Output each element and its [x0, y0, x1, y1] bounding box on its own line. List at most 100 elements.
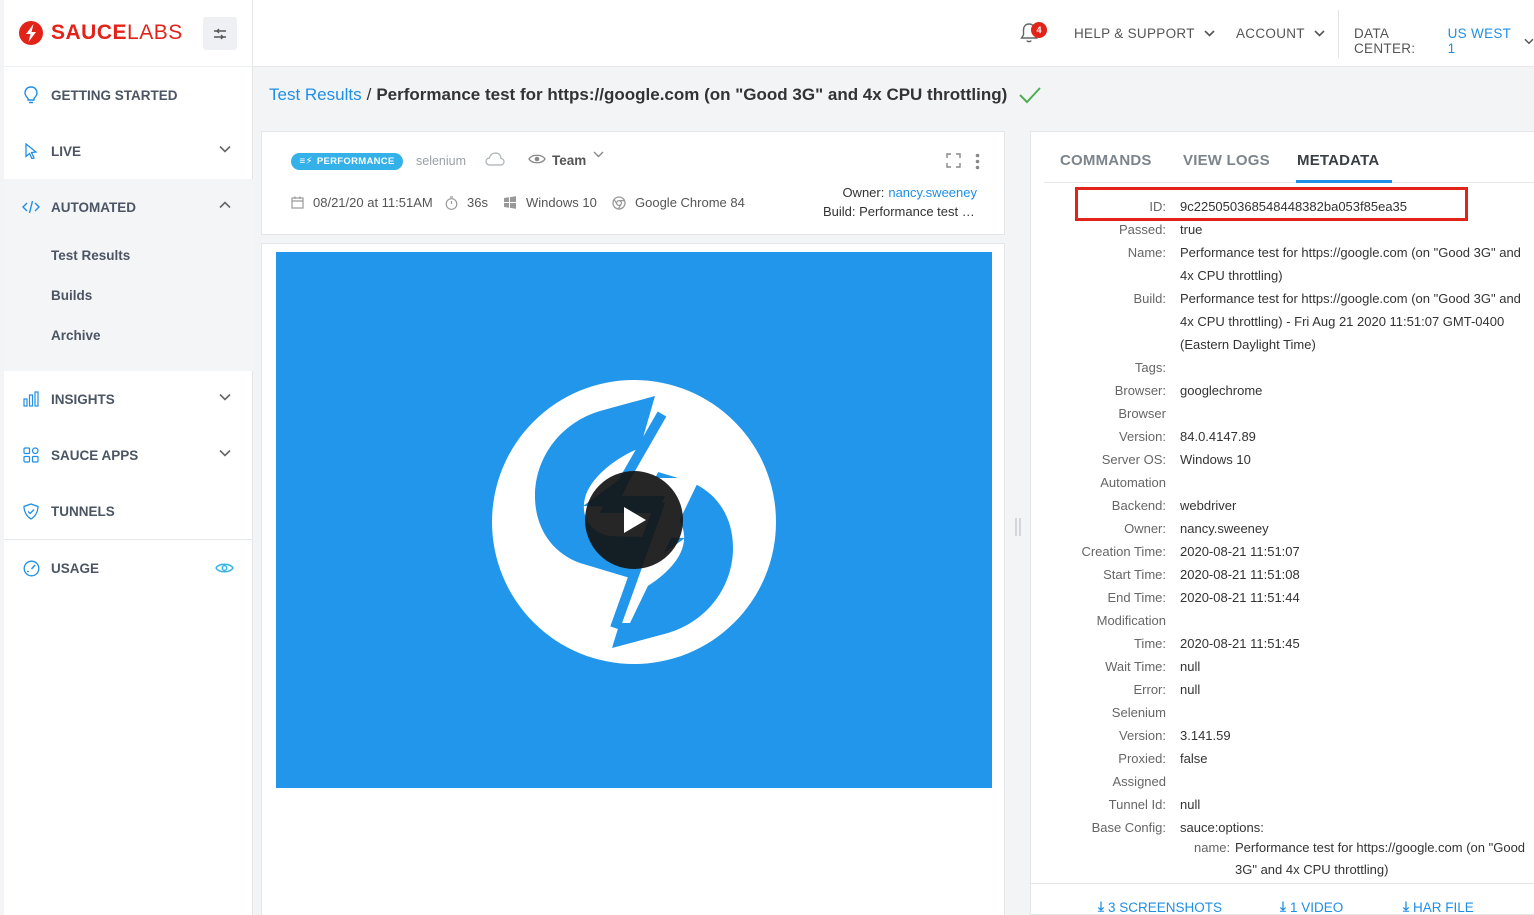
windows-icon [503, 196, 517, 209]
eye-icon[interactable] [215, 562, 234, 574]
download-icon: ⤓ [1280, 899, 1286, 914]
test-details-card: ≡⚡ PERFORMANCE selenium Team 08/21/20 at … [261, 131, 1005, 235]
sidebar-item-usage[interactable]: USAGE [4, 540, 253, 596]
config-key: name: [1194, 840, 1231, 855]
breadcrumb-separator: / [366, 85, 372, 104]
metadata-key: Error: [1133, 682, 1167, 697]
play-icon [624, 507, 646, 533]
account-menu[interactable]: ACCOUNT [1236, 26, 1325, 41]
metadata-key: ID: [1149, 199, 1166, 214]
metadata-key: Selenium [1111, 705, 1166, 720]
header-divider [1338, 10, 1339, 58]
chevron-down-icon [1314, 30, 1325, 37]
collapse-sidebar-button[interactable] [203, 17, 237, 50]
performance-icon: ≡⚡ [299, 156, 313, 167]
metadata-value: 3.141.59 [1180, 728, 1231, 743]
video-player[interactable] [276, 252, 992, 788]
metadata-key: End Time: [1107, 590, 1166, 605]
timer-icon [445, 195, 458, 210]
metadata-value: true [1180, 222, 1203, 237]
test-id-value: 9c225050368548448382ba053f85ea35 [1180, 199, 1408, 214]
play-button[interactable] [585, 471, 683, 569]
help-support-menu[interactable]: HELP & SUPPORT [1074, 26, 1215, 41]
notification-badge: 4 [1031, 22, 1047, 38]
tab-view-logs[interactable]: VIEW LOGS [1183, 152, 1270, 169]
page-title: Performance test for https://google.com … [376, 85, 1008, 104]
metadata-key: Wait Time: [1105, 659, 1166, 674]
sidebar: SAUCELABS GETTING STARTED LIVE AUTOMATED… [4, 0, 253, 915]
sidebar-item-tunnels[interactable]: TUNNELS [4, 483, 253, 539]
sidebar-subitem-test-results[interactable]: Test Results [51, 248, 130, 263]
passed-check-icon [1019, 87, 1042, 104]
sidebar-subitem-builds[interactable]: Builds [51, 288, 92, 303]
sidebar-item-label: USAGE [51, 560, 100, 576]
metadata-value: null [1180, 682, 1201, 697]
download-label: 1 VIDEO [1289, 899, 1344, 915]
download-video-link[interactable]: ⤓ 1 VIDEO [1280, 899, 1343, 915]
sidebar-item-live[interactable]: LIVE [4, 123, 253, 179]
download-icon: ⤓ [1098, 899, 1104, 914]
sidebar-item-insights[interactable]: INSIGHTS [4, 371, 253, 427]
bulb-icon [22, 86, 40, 104]
metadata-value: webdriver [1180, 498, 1237, 513]
download-label: HAR FILE [1412, 899, 1474, 915]
download-screenshots-link[interactable]: ⤓ 3 SCREENSHOTS [1098, 899, 1222, 915]
more-options-icon[interactable] [975, 153, 980, 170]
owner-link[interactable]: nancy.sweeney [888, 185, 977, 200]
chevron-up-icon[interactable] [219, 201, 231, 209]
breadcrumb: Test Results / Performance test for http… [269, 85, 1042, 105]
performance-badge-label: PERFORMANCE [316, 156, 395, 167]
sidebar-item-label: AUTOMATED [51, 199, 136, 215]
sidebar-item-sauce-apps[interactable]: SAUCE APPS [4, 427, 253, 483]
test-os-value: Windows 10 [526, 195, 597, 210]
tab-metadata[interactable]: METADATA [1297, 152, 1379, 169]
video-card [261, 243, 1005, 915]
chrome-icon [612, 195, 626, 210]
chevron-down-icon[interactable] [219, 449, 231, 457]
build-label: Build: Performance test for https://goog… [823, 204, 975, 219]
metadata-value: nancy.sweeney [1180, 521, 1269, 536]
data-center-menu[interactable]: DATA CENTER: US WEST 1 [1354, 26, 1534, 56]
metadata-key: Build: [1133, 291, 1166, 306]
chevron-down-icon [1524, 38, 1534, 44]
metadata-value: false [1180, 751, 1208, 766]
breadcrumb-test-results-link[interactable]: Test Results [269, 85, 362, 105]
sidebar-subitem-archive[interactable]: Archive [51, 328, 101, 343]
visibility-dropdown[interactable]: Team [552, 153, 586, 168]
metadata-key: Browser: [1114, 383, 1166, 398]
sidebar-item-label: SAUCE APPS [51, 447, 139, 463]
metadata-key: Creation Time: [1081, 544, 1166, 559]
collapse-icon [214, 28, 226, 39]
panel-resize-handle[interactable] [1014, 517, 1022, 537]
metadata-value: 4x CPU throttling) - Fri Aug 21 2020 11:… [1180, 314, 1505, 329]
chevron-down-icon[interactable] [219, 393, 231, 401]
download-label: 3 SCREENSHOTS [1107, 899, 1222, 915]
metadata-key: Assigned [1112, 774, 1166, 789]
details-panel: COMMANDS VIEW LOGS METADATA ID: Passed: … [1030, 131, 1534, 915]
brand-name[interactable]: SAUCELABS [51, 21, 183, 45]
tab-commands[interactable]: COMMANDS [1060, 152, 1152, 169]
brand-row: SAUCELABS [4, 0, 252, 67]
sidebar-item-automated[interactable]: AUTOMATED [4, 179, 253, 235]
sidebar-item-getting-started[interactable]: GETTING STARTED [4, 67, 253, 123]
framework-label: selenium [416, 154, 467, 168]
metadata-value: 2020-08-21 11:51:45 [1180, 636, 1300, 651]
shield-icon [22, 502, 40, 520]
metadata-value: Windows 10 [1180, 452, 1251, 467]
sidebar-item-label: LIVE [51, 143, 82, 159]
metadata-key: Modification [1096, 613, 1166, 628]
metadata-key: Automation [1100, 475, 1166, 490]
download-har-link[interactable]: ⤓ HAR FILE [1403, 899, 1474, 915]
sidebar-item-label: TUNNELS [51, 503, 115, 519]
fullscreen-icon[interactable] [946, 153, 961, 168]
chevron-down-icon[interactable] [219, 145, 231, 153]
chevron-down-icon[interactable] [593, 151, 604, 158]
data-center-value: US WEST 1 [1447, 26, 1511, 56]
metadata-key: Name: [1127, 245, 1166, 260]
metadata-key: Version: [1119, 728, 1166, 743]
owner-label: Owner: [842, 185, 885, 200]
metadata-value: (Eastern Daylight Time) [1180, 337, 1316, 352]
metadata-key: Passed: [1119, 222, 1166, 237]
metadata-value: 2020-08-21 11:51:44 [1180, 590, 1300, 605]
saucelabs-logo-icon[interactable] [18, 20, 44, 46]
